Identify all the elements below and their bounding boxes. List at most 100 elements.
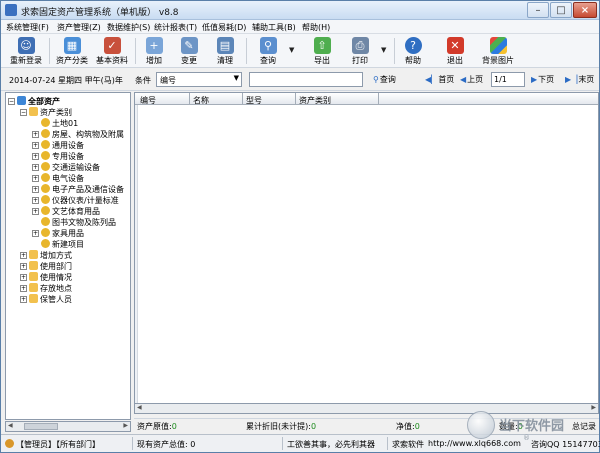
change-button[interactable]: ✎ 变更 (175, 35, 203, 67)
relogin-button[interactable]: ☺ 重新登录 (7, 35, 45, 67)
column-header-category[interactable]: 资产类别 (299, 95, 331, 106)
tree-item-category[interactable]: + 房屋、构筑物及附属 (32, 129, 124, 140)
scroll-right-icon[interactable]: ▶ (591, 404, 596, 411)
expand-icon[interactable]: + (32, 197, 39, 204)
exit-button[interactable]: ✕ 退出 (441, 35, 469, 67)
company-name: 求索软件 (392, 440, 424, 449)
scrollbar-thumb[interactable] (24, 423, 58, 430)
toolbar: ☺ 重新登录 ▦ 资产分类 ✓ 基本资料 + 增加 ✎ 变更 ▤ 清理 ⚲ 查询 (1, 34, 599, 68)
last-page-button[interactable]: ▶▕末页 (565, 74, 594, 85)
export-button[interactable]: ⇧ 导出 (308, 35, 336, 67)
app-logo-icon (5, 4, 17, 16)
chevron-down-icon: ▼ (233, 74, 239, 82)
scroll-left-icon[interactable]: ◀ (8, 422, 13, 429)
query-button[interactable]: ⚲ 查询 (254, 35, 282, 67)
menu-system[interactable]: 系统管理(F) (6, 22, 49, 33)
close-button[interactable]: × (573, 2, 597, 18)
tree-item-category[interactable]: 图书文物及陈列品 (41, 217, 116, 228)
asset-category-button[interactable]: ▦ 资产分类 (53, 35, 91, 67)
column-header-model[interactable]: 型号 (246, 95, 262, 106)
app-window: 求索固定资产管理系统（单机版） v8.8 – □ × 系统管理(F) 资产管理(… (0, 0, 600, 453)
menu-consumables[interactable]: 低值易耗(D) (202, 22, 246, 33)
column-header-number[interactable]: 编号 (140, 95, 156, 106)
tree-node-categories[interactable]: − 资产类别 (20, 107, 72, 118)
tree-item-category[interactable]: + 电气设备 (32, 173, 84, 184)
filter-bar: 2014-07-24 星期四 甲午(马)年 条件 编号 ▼ ⚲查询 ◀▏首页 ◀… (1, 69, 599, 91)
tree-node-location[interactable]: + 存放地点 (20, 283, 72, 294)
category-icon: ▦ (63, 37, 81, 54)
filter-query-button[interactable]: ⚲查询 (373, 74, 396, 85)
add-button[interactable]: + 增加 (140, 35, 168, 67)
menu-help[interactable]: 帮助(H) (302, 22, 330, 33)
tree-node-root[interactable]: − 全部资产 (8, 96, 60, 107)
minimize-button[interactable]: – (527, 2, 549, 18)
key-icon (41, 140, 50, 149)
status-divider (132, 437, 133, 450)
column-divider[interactable] (295, 93, 296, 105)
menu-tools[interactable]: 辅助工具(B) (252, 22, 296, 33)
maximize-button[interactable]: □ (550, 2, 572, 18)
column-divider[interactable] (378, 93, 379, 105)
basic-data-button[interactable]: ✓ 基本资料 (93, 35, 131, 67)
tree-item-category[interactable]: + 文艺体育用品 (32, 206, 100, 217)
tree-item-category[interactable]: 土地01 (41, 118, 78, 129)
query-dropdown-icon[interactable]: ▼ (289, 46, 294, 54)
clear-button[interactable]: ▤ 清理 (211, 35, 239, 67)
slogan-text: 工欲善其事，必先利其器 (287, 440, 375, 449)
grid-header: 编号 名称 型号 资产类别 (135, 93, 598, 105)
first-page-button[interactable]: ◀▏首页 (425, 74, 454, 85)
column-divider[interactable] (189, 93, 190, 105)
asset-tree[interactable]: − 全部资产 − 资产类别 土地01 + 房屋、构筑物及附属 + 通用设备 + 专用设备 … (5, 92, 131, 420)
tree-node-custodian[interactable]: + 保管人员 (20, 294, 72, 305)
expand-icon[interactable]: + (20, 274, 27, 281)
expand-icon[interactable]: + (32, 186, 39, 193)
total-asset-value: 现有资产总值: 0 (137, 440, 196, 449)
menu-asset[interactable]: 资产管理(Z) (57, 22, 101, 33)
scroll-right-icon[interactable]: ▶ (123, 422, 128, 429)
column-divider[interactable] (242, 93, 243, 105)
tree-item-category[interactable]: + 仪器仪表/计量标准 (32, 195, 119, 206)
add-icon: + (145, 37, 163, 54)
tree-node-department[interactable]: + 使用部门 (20, 261, 72, 272)
background-image-button[interactable]: 背景图片 (479, 35, 517, 67)
status-divider (282, 437, 283, 450)
expand-icon[interactable]: + (32, 208, 39, 215)
expand-icon[interactable]: + (20, 252, 27, 259)
tree-node-usage[interactable]: + 使用情况 (20, 272, 72, 283)
expand-icon[interactable]: + (32, 164, 39, 171)
expand-icon[interactable]: + (32, 153, 39, 160)
expand-icon[interactable]: + (32, 175, 39, 182)
tree-item-category[interactable]: 新建项目 (41, 239, 84, 250)
print-dropdown-icon[interactable]: ▼ (381, 46, 386, 54)
collapse-icon[interactable]: − (20, 109, 27, 116)
column-header-name[interactable]: 名称 (193, 95, 209, 106)
tree-item-category[interactable]: + 通用设备 (32, 140, 84, 151)
help-button[interactable]: ? 帮助 (399, 35, 427, 67)
key-icon (41, 217, 50, 226)
print-button[interactable]: ⎙ 打印 (346, 35, 374, 67)
condition-select[interactable]: 编号 ▼ (156, 72, 242, 87)
first-page-icon: ◀▏ (425, 75, 438, 84)
scroll-left-icon[interactable]: ◀ (137, 404, 142, 411)
tree-item-category[interactable]: + 家具用品 (32, 228, 84, 239)
tree-horizontal-scrollbar[interactable]: ◀ ▶ (5, 421, 131, 432)
collapse-icon[interactable]: − (8, 98, 15, 105)
tree-item-category[interactable]: + 交通运输设备 (32, 162, 100, 173)
expand-icon[interactable]: + (32, 230, 39, 237)
menu-reports[interactable]: 统计报表(T) (154, 22, 197, 33)
expand-icon[interactable]: + (32, 142, 39, 149)
expand-icon[interactable]: + (20, 263, 27, 270)
prev-page-button[interactable]: ◀上页 (460, 74, 483, 85)
page-input[interactable]: 1/1 (491, 72, 525, 87)
tree-item-category[interactable]: + 专用设备 (32, 151, 84, 162)
asset-grid[interactable]: 编号 名称 型号 资产类别 (134, 92, 599, 414)
tree-item-category[interactable]: + 电子产品及通信设备 (32, 184, 124, 195)
expand-icon[interactable]: + (32, 131, 39, 138)
expand-icon[interactable]: + (20, 296, 27, 303)
expand-icon[interactable]: + (20, 285, 27, 292)
next-page-button[interactable]: ▶下页 (531, 74, 554, 85)
menu-data[interactable]: 数据维护(S) (107, 22, 150, 33)
user-icon: ☺ (17, 37, 35, 54)
keyword-input[interactable] (249, 72, 363, 87)
tree-node-add-method[interactable]: + 增加方式 (20, 250, 72, 261)
